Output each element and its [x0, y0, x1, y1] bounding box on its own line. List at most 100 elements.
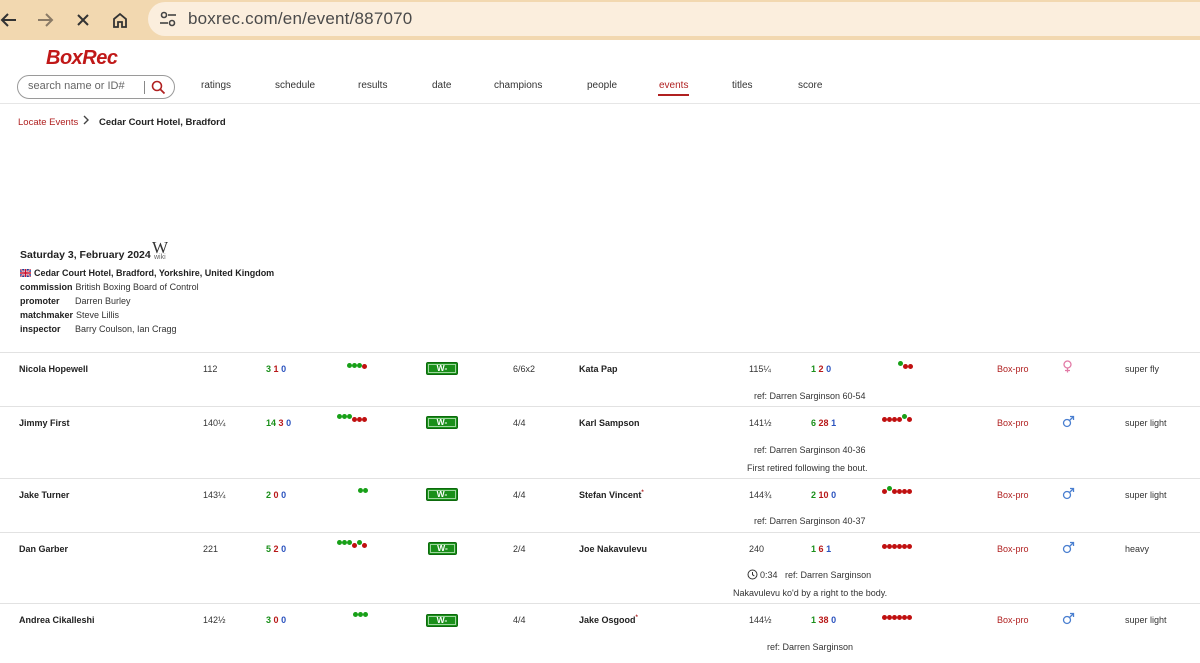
result-badge[interactable]: W-PTS [426, 488, 458, 510]
menu-results[interactable]: results [358, 80, 387, 91]
sanction-link[interactable]: Box-pro [997, 364, 1029, 374]
home-icon[interactable] [105, 5, 135, 35]
search-divider [144, 81, 145, 94]
commission-label: commission [20, 282, 73, 292]
menu-schedule[interactable]: schedule [275, 80, 315, 91]
loss-dot [907, 489, 912, 494]
record-losses: 38 [818, 615, 829, 625]
opponent-name[interactable]: Stefan Vincent* [579, 490, 644, 500]
fighter-weight: 112 [203, 364, 218, 374]
menu-titles[interactable]: titles [732, 80, 753, 91]
row-divider [0, 352, 1200, 353]
referee-line[interactable]: ref: Darren Sarginson 40-37 [754, 516, 866, 526]
loss-dot [907, 615, 912, 620]
sanction-link[interactable]: Box-pro [997, 418, 1029, 428]
search-icon[interactable] [151, 80, 166, 100]
record-wins: 14 [266, 418, 277, 428]
commission-value[interactable]: British Boxing Board of Control [76, 282, 199, 292]
record-wins: 1 [811, 544, 817, 554]
record-draws: 0 [281, 615, 287, 625]
rounds: 4/4 [513, 615, 526, 625]
inspector-label: inspector [20, 324, 61, 334]
menu-score[interactable]: score [798, 80, 822, 91]
sanction-link[interactable]: Box-pro [997, 544, 1029, 554]
opponent-last-6 [898, 361, 913, 369]
division[interactable]: super fly [1125, 364, 1159, 374]
menu-ratings[interactable]: ratings [201, 80, 231, 91]
referee-line[interactable]: ref: Darren Sarginson 40-36 [754, 445, 866, 455]
win-dot [363, 612, 368, 617]
matchmaker-value[interactable]: Steve Lillis [76, 310, 119, 320]
loss-dot [908, 364, 913, 369]
sanction-link[interactable]: Box-pro [997, 615, 1029, 625]
fighter-weight: 140¼ [203, 418, 226, 428]
division[interactable]: heavy [1125, 544, 1149, 554]
fighter-name[interactable]: Andrea Cikalleshi [19, 615, 95, 625]
division[interactable]: super light [1125, 418, 1167, 428]
breadcrumb-locate-events[interactable]: Locate Events [18, 117, 78, 128]
header-divider [0, 103, 1200, 104]
search-input[interactable] [28, 80, 146, 92]
record-losses: 2 [273, 544, 279, 554]
opponent-record: 1 38 0 [811, 615, 836, 625]
url-text[interactable]: boxrec.com/en/event/887070 [188, 9, 412, 29]
result-badge[interactable]: W-PTS [426, 614, 458, 636]
boxrec-logo[interactable]: BoxRec [46, 47, 118, 70]
division[interactable]: super light [1125, 490, 1167, 500]
fighter-weight: 221 [203, 544, 219, 554]
rounds: 4/4 [513, 418, 526, 428]
opponent-name[interactable]: Joe Nakavulevu [579, 544, 647, 554]
record-wins: 1 [811, 364, 817, 374]
menu-date[interactable]: date [432, 80, 451, 91]
opponent-weight: 240 [749, 544, 765, 554]
wiki-link[interactable]: wiki [154, 254, 166, 261]
menu-events[interactable]: events [659, 80, 688, 91]
opponent-name[interactable]: Kata Pap [579, 364, 618, 374]
menu-champions[interactable]: champions [494, 80, 542, 91]
site-settings-icon[interactable] [158, 9, 178, 34]
event-date: Saturday 3, February 2024 [20, 249, 151, 261]
record-wins: 3 [266, 615, 272, 625]
record-losses: 2 [818, 364, 824, 374]
male-icon [1062, 612, 1075, 627]
sanction-link[interactable]: Box-pro [997, 490, 1029, 500]
record-draws: 1 [826, 544, 832, 554]
fighter-name[interactable]: Jimmy First [19, 418, 70, 428]
fighter-record: 5 2 0 [266, 544, 286, 554]
inspector-value[interactable]: Barry Coulson, Ian Cragg [75, 324, 177, 334]
promoter-row: promoter Darren Burley [20, 296, 131, 306]
fighter-name[interactable]: Jake Turner [19, 490, 69, 500]
result-badge[interactable]: W-PTS [426, 416, 458, 438]
fighter-name[interactable]: Dan Garber [19, 544, 68, 554]
back-arrow-icon[interactable] [0, 5, 24, 35]
clock-icon [747, 569, 758, 582]
forward-arrow-icon[interactable] [30, 5, 60, 35]
event-venue[interactable]: Cedar Court Hotel, Bradford, Yorkshire, … [20, 268, 274, 278]
inspector-row: inspector Barry Coulson, Ian Cragg [20, 324, 177, 334]
referee-line[interactable]: ref: Darren Sarginson 60-54 [754, 391, 866, 401]
row-divider [0, 603, 1200, 604]
venue-text[interactable]: Cedar Court Hotel, Bradford, Yorkshire, … [34, 268, 274, 278]
opponent-last-6 [882, 615, 912, 620]
address-bar[interactable]: boxrec.com/en/event/887070 [148, 2, 1200, 36]
record-wins: 2 [811, 490, 817, 500]
fighter-name[interactable]: Nicola Hopewell [19, 364, 88, 374]
promoter-value[interactable]: Darren Burley [75, 296, 131, 306]
menu-people[interactable]: people [587, 80, 617, 91]
fighter-record: 2 0 0 [266, 490, 286, 500]
bout-note: Nakavulevu ko'd by a right to the body. [733, 588, 888, 598]
opponent-name-text[interactable]: Stefan Vincent [579, 490, 641, 500]
referee-line[interactable]: ref: Darren Sarginson [767, 642, 853, 652]
opponent-name[interactable]: Jake Osgood* [579, 615, 638, 625]
stoppage-time: 0:34 [760, 570, 778, 580]
loss-dot [352, 543, 357, 548]
record-draws: 1 [831, 418, 837, 428]
referee-line[interactable]: ref: Darren Sarginson [785, 570, 871, 580]
stop-icon[interactable] [68, 5, 98, 35]
result-badge[interactable]: W-KO [428, 542, 457, 564]
record-wins: 6 [811, 418, 817, 428]
result-badge[interactable]: W-PTS [426, 362, 458, 384]
opponent-name-text[interactable]: Jake Osgood [579, 615, 636, 625]
opponent-name[interactable]: Karl Sampson [579, 418, 640, 428]
division[interactable]: super light [1125, 615, 1167, 625]
